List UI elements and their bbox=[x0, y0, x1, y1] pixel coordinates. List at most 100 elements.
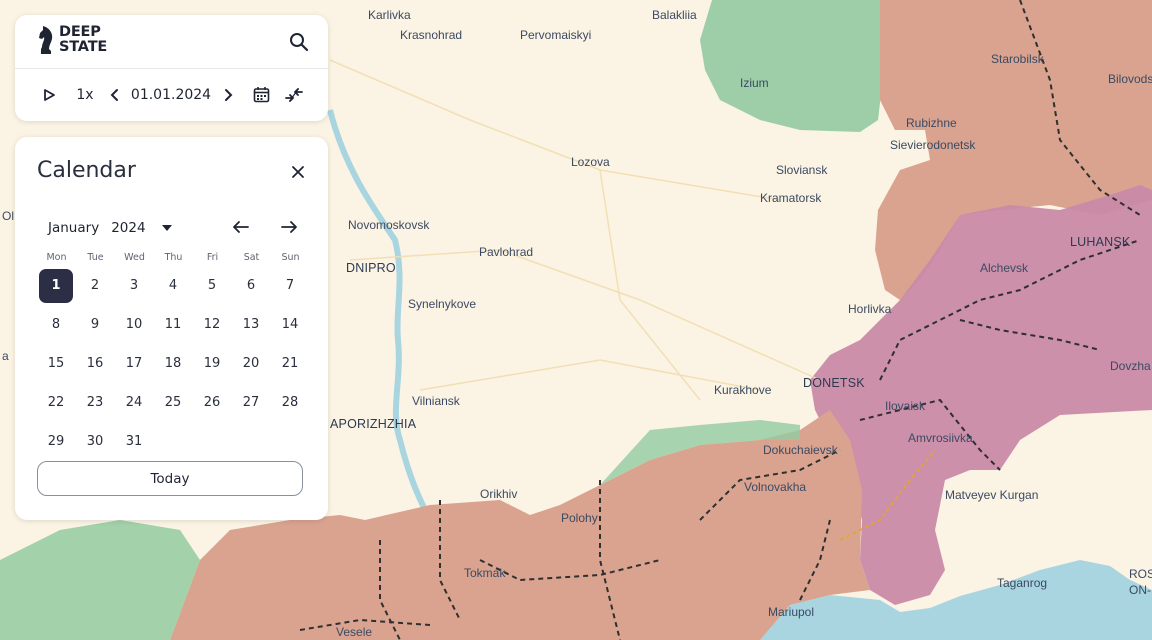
prev-month-button[interactable] bbox=[231, 217, 251, 237]
map-label: Orikhiv bbox=[480, 487, 518, 501]
calendar-icon bbox=[253, 87, 269, 103]
map-label: Lozova bbox=[571, 155, 610, 169]
calendar-day[interactable]: 2 bbox=[78, 269, 112, 303]
map-label: Kramatorsk bbox=[760, 191, 822, 205]
map-label: Starobilsk bbox=[991, 52, 1044, 66]
calendar-day[interactable]: 29 bbox=[39, 425, 73, 459]
map-label: Synelnykove bbox=[408, 297, 477, 311]
year-label: 2024 bbox=[111, 220, 146, 236]
map-label: Dokuchaievsk bbox=[763, 443, 838, 457]
calendar-day[interactable]: 26 bbox=[195, 386, 229, 420]
knight-icon bbox=[39, 26, 53, 54]
calendar-day-selected[interactable]: 1 bbox=[39, 269, 73, 303]
calendar-day[interactable]: 9 bbox=[78, 308, 112, 342]
map-label: Krasnohrad bbox=[400, 28, 463, 42]
map-label: Alchevsk bbox=[980, 261, 1029, 275]
calendar-day[interactable]: 12 bbox=[195, 308, 229, 342]
weekday-label: Tue bbox=[87, 252, 104, 263]
calendar-day[interactable]: 4 bbox=[156, 269, 190, 303]
map-label: Vilniansk bbox=[412, 394, 460, 408]
calendar-day[interactable]: 30 bbox=[78, 425, 112, 459]
map-label: DNIPRO bbox=[346, 261, 396, 275]
calendar-day[interactable]: 17 bbox=[117, 347, 151, 381]
map-label: Volnovakha bbox=[744, 480, 807, 494]
weekday-label: Sun bbox=[281, 252, 300, 263]
calendar-day[interactable]: 11 bbox=[156, 308, 190, 342]
chevron-right-icon bbox=[225, 88, 233, 101]
arrow-left-icon bbox=[233, 221, 249, 233]
calendar-button[interactable] bbox=[251, 68, 271, 121]
map-label: Kurakhove bbox=[714, 383, 772, 397]
today-button[interactable]: Today bbox=[37, 461, 303, 496]
map-label: Matveyev Kurgan bbox=[945, 488, 1039, 502]
search-icon bbox=[290, 33, 309, 52]
next-month-button[interactable] bbox=[279, 217, 299, 237]
map-label: ROS bbox=[1129, 567, 1152, 581]
map-label: Sievierodonetsk bbox=[890, 138, 976, 152]
calendar-day[interactable]: 24 bbox=[117, 386, 151, 420]
logo-line-1: DEEP bbox=[59, 24, 101, 40]
chevron-left-icon bbox=[110, 88, 118, 101]
calendar-day[interactable]: 19 bbox=[195, 347, 229, 381]
map-label: Rubizhne bbox=[906, 116, 957, 130]
close-calendar-button[interactable] bbox=[290, 164, 306, 180]
calendar-day[interactable]: 27 bbox=[234, 386, 268, 420]
deepstate-logo[interactable]: DEEP STATE bbox=[37, 24, 107, 56]
map-label: Bilovods bbox=[1108, 72, 1152, 86]
calendar-day[interactable]: 31 bbox=[117, 425, 151, 459]
timeline-controls: 1x 01.01.2024 bbox=[15, 68, 328, 121]
play-icon bbox=[44, 88, 55, 101]
search-button[interactable] bbox=[288, 31, 310, 53]
calendar-day[interactable]: 7 bbox=[273, 269, 307, 303]
calendar-day[interactable]: 22 bbox=[39, 386, 73, 420]
map-label: Mariupol bbox=[768, 605, 815, 619]
map-label: Vesele bbox=[336, 625, 373, 639]
map-label: APORIZHZHIA bbox=[330, 417, 417, 431]
calendar-day[interactable]: 21 bbox=[273, 347, 307, 381]
calendar-title: Calendar bbox=[37, 158, 136, 183]
calendar-day[interactable]: 10 bbox=[117, 308, 151, 342]
calendar-day[interactable]: 8 bbox=[39, 308, 73, 342]
calendar-day[interactable]: 6 bbox=[234, 269, 268, 303]
weekday-label: Wed bbox=[124, 252, 145, 263]
map-label: Pervomaiskyi bbox=[520, 28, 592, 42]
map-label: DONETSK bbox=[803, 376, 865, 390]
arrow-right-icon bbox=[281, 221, 297, 233]
logo-line-2: STATE bbox=[59, 39, 108, 55]
calendar-day[interactable]: 14 bbox=[273, 308, 307, 342]
current-date[interactable]: 01.01.2024 bbox=[131, 68, 211, 121]
calendar-day[interactable]: 3 bbox=[117, 269, 151, 303]
calendar-day[interactable]: 18 bbox=[156, 347, 190, 381]
map-label: Polohy bbox=[561, 511, 598, 525]
calendar-day[interactable]: 23 bbox=[78, 386, 112, 420]
map-label: a bbox=[2, 349, 9, 363]
calendar-day[interactable]: 16 bbox=[78, 347, 112, 381]
compare-arrows-icon bbox=[285, 87, 303, 102]
map-label: Pavlohrad bbox=[479, 245, 534, 259]
calendar-day[interactable]: 13 bbox=[234, 308, 268, 342]
map-label: Amvrosiivka bbox=[908, 431, 973, 445]
map-label: Izium bbox=[740, 76, 769, 90]
calendar-day[interactable]: 15 bbox=[39, 347, 73, 381]
caret-down-icon bbox=[161, 225, 172, 231]
month-label: January bbox=[48, 220, 100, 236]
map-label: Ilovaisk bbox=[885, 399, 926, 413]
play-button[interactable] bbox=[39, 68, 59, 121]
calendar-day[interactable]: 5 bbox=[195, 269, 229, 303]
close-icon bbox=[292, 166, 304, 178]
month-year-selector[interactable]: January 2024 bbox=[48, 220, 172, 236]
next-date-button[interactable] bbox=[220, 68, 236, 121]
map-label: LUHANSK bbox=[1070, 235, 1131, 249]
map-label: Tokmak bbox=[464, 566, 506, 580]
map-label: Horlivka bbox=[848, 302, 892, 316]
calendar-day[interactable]: 25 bbox=[156, 386, 190, 420]
speed-button[interactable]: 1x bbox=[71, 68, 99, 121]
compare-button[interactable] bbox=[283, 68, 305, 121]
weekday-label: Fri bbox=[206, 252, 219, 263]
top-panel: DEEP STATE 1x 01.01.2024 bbox=[15, 15, 328, 121]
calendar-day[interactable]: 20 bbox=[234, 347, 268, 381]
calendar-day[interactable]: 28 bbox=[273, 386, 307, 420]
prev-date-button[interactable] bbox=[107, 68, 123, 121]
weekday-label: Mon bbox=[46, 252, 67, 263]
map-label: Novomoskovsk bbox=[348, 218, 430, 232]
